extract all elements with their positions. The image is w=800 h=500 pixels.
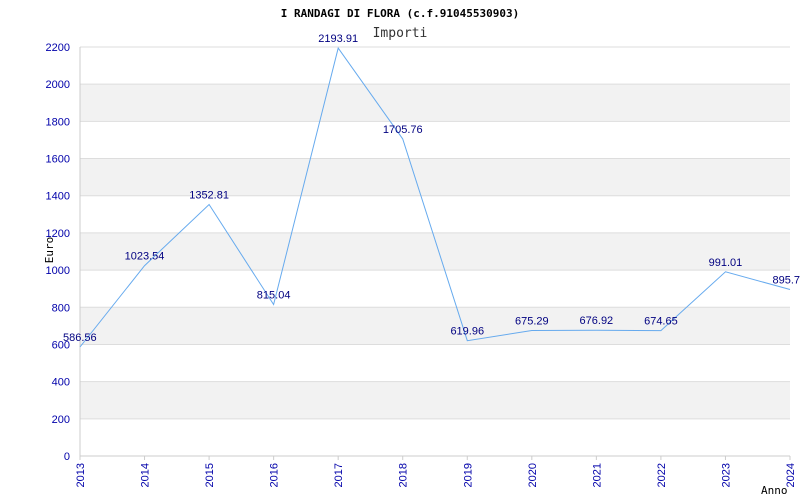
data-label: 815.04 (257, 289, 291, 301)
x-tick-label: 2020 (527, 463, 539, 487)
grid-bands (80, 84, 790, 419)
data-label: 2193.91 (318, 33, 358, 45)
x-tick-label: 2019 (462, 463, 474, 487)
grid-band (80, 84, 790, 122)
data-label: 1352.81 (189, 190, 229, 202)
data-label: 895.7 (772, 274, 800, 286)
y-tick-label: 800 (52, 302, 70, 314)
y-tick-label: 0 (64, 451, 70, 463)
line-chart: 0200400600800100012001400160018002000220… (43, 7, 800, 497)
x-tick-label: 2015 (204, 463, 216, 487)
grid-band (80, 158, 790, 196)
grid-band (80, 381, 790, 419)
data-label: 586.56 (63, 332, 97, 344)
x-tick-label: 2022 (656, 463, 668, 487)
y-tick-label: 200 (52, 414, 70, 426)
data-label: 991.01 (709, 257, 743, 269)
x-tick-label: 2013 (75, 463, 87, 487)
x-axis-label: Anno (761, 484, 788, 497)
x-tick-label: 2023 (720, 463, 732, 487)
y-tick-label: 2200 (46, 42, 70, 54)
x-tick-label: 2017 (333, 463, 345, 487)
x-tick-label: 2014 (140, 463, 152, 487)
y-tick-label: 1400 (46, 191, 70, 203)
x-tick-labels: 2013 2014 2015 2016 2017 2018 2019 2020 2021 2022… (75, 456, 797, 487)
data-label: 675.29 (515, 315, 549, 327)
grid-band (80, 307, 790, 345)
y-axis-label: Euro (43, 237, 56, 264)
chart-title: I RANDAGI DI FLORA (c.f.91045530903) (281, 7, 519, 20)
y-tick-label: 2000 (46, 79, 70, 91)
y-tick-label: 1600 (46, 154, 70, 166)
data-label: 1705.76 (383, 124, 423, 136)
data-label: 619.96 (450, 326, 484, 338)
y-tick-label: 400 (52, 377, 70, 389)
chart-subtitle: Importi (373, 26, 428, 41)
y-tick-label: 1000 (46, 265, 70, 277)
data-label: 676.92 (580, 315, 614, 327)
data-label: 674.65 (644, 316, 678, 328)
y-tick-label: 1800 (46, 116, 70, 128)
x-tick-label: 2018 (398, 463, 410, 487)
data-label: 1023.54 (125, 251, 165, 263)
x-tick-label: 2021 (591, 463, 603, 487)
x-tick-label: 2016 (269, 463, 281, 487)
